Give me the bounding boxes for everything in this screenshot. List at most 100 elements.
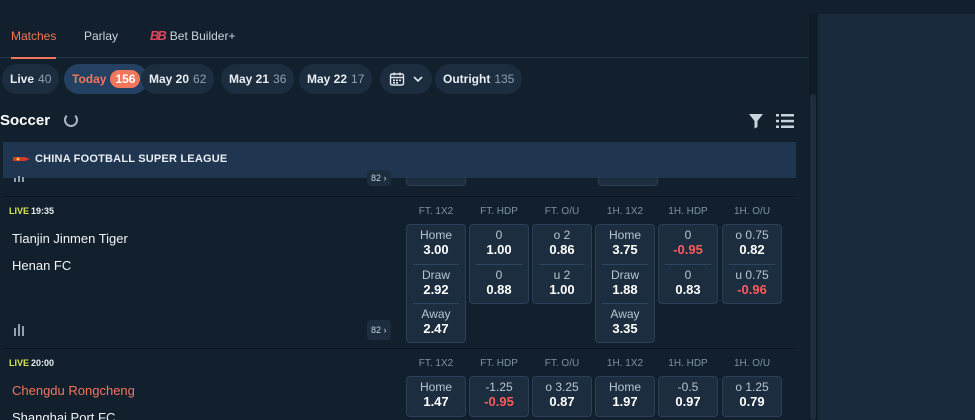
- main-content: Matches Parlay BB Bet Builder+ Live 40 Tod…: [0, 0, 808, 420]
- stats-icon[interactable]: [14, 176, 28, 182]
- odds-label: o 0.75: [735, 228, 769, 242]
- odds-button[interactable]: Draw 2.92: [413, 264, 459, 303]
- odds-value: 0.82: [739, 242, 765, 257]
- odds-label: Draw: [610, 268, 639, 282]
- away-team[interactable]: Henan FC: [12, 258, 71, 273]
- odds-button[interactable]: Home 1.47: [407, 377, 465, 416]
- odds-button[interactable]: u 0.75 -0.96: [729, 264, 775, 303]
- odds-value: 0.79: [739, 394, 765, 409]
- filter-count: 36: [273, 72, 287, 86]
- odds-label: u 2: [553, 268, 571, 282]
- odds-button[interactable]: -0.5 0.97: [659, 377, 717, 416]
- odds-button[interactable]: Home 1.97: [596, 377, 654, 416]
- odds-button[interactable]: -1.25 -0.95: [470, 377, 528, 416]
- top-tabs: Matches Parlay BB Bet Builder+: [0, 14, 808, 59]
- live-badge: LIVE 19:35: [9, 206, 54, 216]
- odds-button[interactable]: 0 0.88: [476, 264, 522, 303]
- odds-button[interactable]: 0 0.83: [665, 264, 711, 303]
- match-row: LIVE 20:00 Chengdu Rongcheng Shanghai Por…: [3, 348, 796, 420]
- filter-may-20[interactable]: May 20 62: [141, 64, 215, 94]
- odds-button[interactable]: o 1.25 0.79: [723, 377, 781, 416]
- calendar-icon: [389, 72, 405, 86]
- 1h-ou-odds: o 0.75 0.82 u 0.75 -0.96: [722, 224, 782, 304]
- scrollbar-thumb[interactable]: [810, 94, 816, 420]
- home-team[interactable]: Chengdu Rongcheng: [12, 383, 135, 398]
- odds-value: 3.35: [612, 321, 638, 336]
- odds-label: o 2: [553, 228, 571, 242]
- odds-value: 0.97: [675, 394, 701, 409]
- 1h-1x2-odds: Home 3.75 Draw 1.88 Away 3.35: [595, 224, 655, 343]
- china-flag-icon: [13, 157, 30, 161]
- 1h-hdp-odds: -0.5 0.97: [658, 376, 718, 417]
- refresh-icon[interactable]: [64, 113, 78, 127]
- odds-label: 0: [495, 228, 503, 242]
- 1h-1x2-odds: Home 1.97: [595, 376, 655, 417]
- odds-label: u 0.75: [735, 268, 769, 282]
- away-team[interactable]: Shanghai Port FC: [12, 410, 115, 420]
- odds-label: -1.25: [485, 380, 513, 394]
- odds-button[interactable]: u 2 1.00: [539, 264, 585, 303]
- odds-value: 1.47: [423, 394, 449, 409]
- more-markets-count: 82: [371, 325, 382, 335]
- odds-value: 0.88: [486, 282, 512, 297]
- odds-label: -0.5: [677, 380, 699, 394]
- odds-value: 3.75: [612, 242, 638, 257]
- odds-label: 0: [684, 228, 692, 242]
- home-team[interactable]: Tianjin Jinmen Tiger: [12, 231, 128, 246]
- odds-label: Home: [419, 228, 452, 242]
- odds-button[interactable]: Home 3.75: [596, 225, 654, 264]
- odds-label: 0: [684, 268, 692, 282]
- odds-value: 1.00: [549, 282, 575, 297]
- filter-label: Outright: [443, 72, 491, 86]
- filter-outright[interactable]: Outright 135: [435, 64, 523, 94]
- odds-label: Home: [608, 228, 641, 242]
- odds-button[interactable]: Home 3.00: [407, 225, 465, 264]
- 1h-ou-odds: o 1.25 0.79: [722, 376, 782, 417]
- ft-hdp-odds: 0 1.00 0 0.88: [469, 224, 529, 304]
- odds-value: 1.00: [486, 242, 512, 257]
- ft-ou-odds: o 2 0.86 u 2 1.00: [532, 224, 592, 304]
- odds-button[interactable]: Draw 1.88: [602, 264, 648, 303]
- tab-matches[interactable]: Matches: [11, 14, 57, 59]
- more-markets-button[interactable]: 82 ›: [367, 320, 391, 340]
- odds-label: 0: [495, 268, 503, 282]
- filter-live[interactable]: Live 40: [2, 64, 60, 94]
- odds-button[interactable]: Away 3.35: [602, 303, 648, 342]
- col-header: 1H. O/U: [733, 358, 771, 369]
- list-view-icon[interactable]: [776, 113, 794, 129]
- league-header[interactable]: CHINA FOOTBALL SUPER LEAGUE: [3, 142, 796, 178]
- tab-bet-builder-label: Bet Builder+: [169, 29, 236, 43]
- filter-label: Today: [72, 72, 107, 86]
- odds-button[interactable]: 0 1.00: [470, 225, 528, 264]
- filter-today[interactable]: Today 156: [64, 64, 149, 94]
- calendar-dropdown[interactable]: [380, 64, 432, 94]
- odds-value: 2.92: [423, 282, 449, 297]
- filter-label: Live: [10, 72, 35, 86]
- odds-value: 1.88: [612, 282, 638, 297]
- odds-value: 3.00: [423, 242, 449, 257]
- more-markets-button[interactable]: 82 ›: [367, 170, 391, 186]
- filter-may-22[interactable]: May 22 17: [299, 64, 373, 94]
- odds-button[interactable]: o 0.75 0.82: [723, 225, 781, 264]
- odds-button[interactable]: Away 2.47: [413, 303, 459, 342]
- odds-label: Away: [610, 307, 640, 321]
- odds-label: Away: [421, 307, 451, 321]
- tab-parlay[interactable]: Parlay: [84, 14, 118, 58]
- odds-button[interactable]: 0 -0.95: [659, 225, 717, 264]
- filter-count: 135: [494, 72, 515, 86]
- stats-icon[interactable]: [14, 324, 28, 336]
- odds-button[interactable]: o 2 0.86: [533, 225, 591, 264]
- tab-bet-builder[interactable]: BB Bet Builder+: [150, 14, 236, 58]
- odds-value: 0.87: [549, 394, 575, 409]
- scrollbar[interactable]: [809, 14, 817, 420]
- odds-button[interactable]: o 3.25 0.87: [533, 377, 591, 416]
- ft-1x2-odds: Home 1.47: [406, 376, 466, 417]
- filter-icon[interactable]: [748, 113, 764, 129]
- filter-may-21[interactable]: May 21 36: [221, 64, 295, 94]
- league-name: CHINA FOOTBALL SUPER LEAGUE: [35, 153, 228, 165]
- ft-1x2-odds: Home 3.00 Draw 2.92 Away 2.47: [406, 224, 466, 343]
- filter-count: 17: [351, 72, 365, 86]
- filter-label: May 20: [149, 72, 190, 86]
- odds-label: Draw: [421, 268, 450, 282]
- odds-value: -0.96: [737, 282, 767, 297]
